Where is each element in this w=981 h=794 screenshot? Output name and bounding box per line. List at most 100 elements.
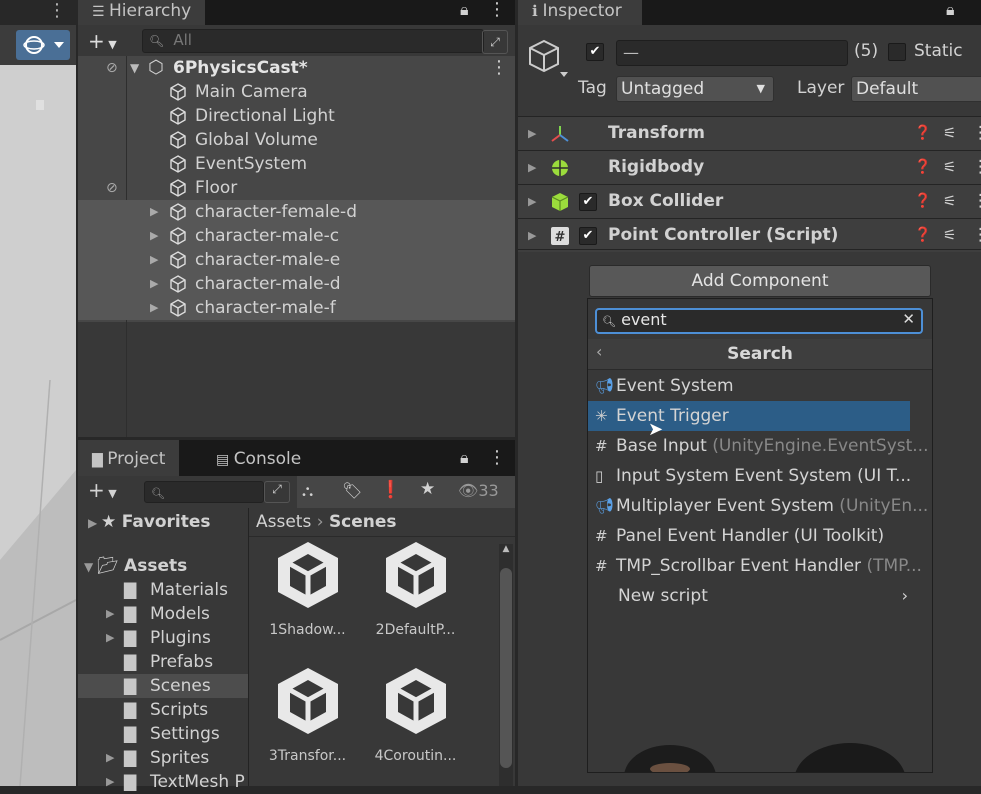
- component-result-item[interactable]: # Base Input (UnityEngine.EventSyst...: [588, 431, 932, 461]
- favorites-item[interactable]: ▶ ★ Favorites: [88, 510, 211, 534]
- foldout-icon[interactable]: ▶: [528, 185, 536, 218]
- component-header[interactable]: ▶ Transform ❓ ⚟ ⋮: [518, 116, 981, 150]
- create-button[interactable]: + ▼: [88, 29, 117, 53]
- tab-inspector[interactable]: ℹ Inspector: [518, 0, 642, 25]
- foldout-icon[interactable]: ▶: [150, 248, 158, 272]
- foldout-icon[interactable]: ▶: [528, 117, 536, 150]
- hierarchy-item-character[interactable]: ▶ character-male-d: [78, 272, 515, 296]
- foldout-icon[interactable]: ▼: [130, 56, 139, 80]
- folder-item[interactable]: ▶ ▇ Plugins: [78, 626, 248, 650]
- hierarchy-item-character[interactable]: ▶ character-male-e: [78, 248, 515, 272]
- clear-icon[interactable]: ✕: [902, 310, 915, 328]
- help-icon[interactable]: ❓: [914, 151, 931, 184]
- component-enabled-checkbox[interactable]: ✔: [579, 193, 597, 211]
- lock-icon[interactable]: 🔒︎: [460, 0, 469, 20]
- foldout-icon[interactable]: ▶: [150, 296, 158, 320]
- component-result-item[interactable]: ▯ Input System Event System (UI T...: [588, 461, 932, 491]
- foldout-icon[interactable]: ▶: [150, 272, 158, 296]
- scene-menu-icon[interactable]: ⋮: [490, 56, 508, 80]
- component-header[interactable]: ▶ ✔ Box Collider ❓ ⚟ ⋮: [518, 184, 981, 218]
- active-checkbox[interactable]: ✔: [586, 43, 604, 61]
- hierarchy-item[interactable]: Global Volume: [78, 128, 515, 152]
- component-result-item[interactable]: 📢︎ Event System: [588, 371, 932, 401]
- new-script-item[interactable]: New script ›: [588, 581, 932, 611]
- project-search-input[interactable]: 🔍︎: [144, 481, 264, 503]
- hierarchy-search-input[interactable]: 🔍︎ All: [142, 29, 484, 53]
- type-filter-icon[interactable]: ⛬: [302, 481, 313, 501]
- folder-item[interactable]: ▇ Scripts: [78, 698, 248, 722]
- scene-asset[interactable]: 4Coroutin...: [368, 666, 463, 764]
- foldout-icon[interactable]: ▶: [106, 602, 114, 626]
- help-icon[interactable]: ❓: [914, 185, 931, 218]
- hierarchy-item[interactable]: EventSystem: [78, 152, 515, 176]
- foldout-icon[interactable]: ▶: [106, 626, 114, 650]
- foldout-icon[interactable]: ▶: [106, 770, 114, 794]
- foldout-icon[interactable]: ▶: [150, 200, 158, 224]
- component-menu-icon[interactable]: ⋮: [972, 219, 981, 252]
- scene-asset[interactable]: 3Transfor...: [260, 666, 355, 764]
- scrollbar-thumb[interactable]: [500, 568, 512, 768]
- search-expand-icon[interactable]: ⤢: [482, 30, 508, 54]
- create-button[interactable]: + ▼: [88, 478, 117, 502]
- foldout-icon[interactable]: ▶: [528, 219, 536, 252]
- warning-icon[interactable]: ❗: [380, 480, 401, 500]
- component-menu-icon[interactable]: ⋮: [972, 151, 981, 184]
- foldout-icon[interactable]: ▶: [528, 151, 536, 184]
- project-menu-icon[interactable]: ⋮: [488, 447, 506, 468]
- help-icon[interactable]: ❓: [914, 219, 931, 252]
- hidden-packages-toggle[interactable]: 👁︎33: [458, 481, 499, 500]
- lock-icon[interactable]: 🔒︎: [460, 448, 469, 468]
- hierarchy-item[interactable]: Directional Light: [78, 104, 515, 128]
- scene-menu-icon[interactable]: ⋮: [48, 0, 66, 21]
- gizmo-toggle-button[interactable]: [16, 30, 70, 60]
- foldout-icon[interactable]: ▶: [106, 746, 114, 770]
- search-expand-icon[interactable]: ⤢: [264, 481, 290, 503]
- scene-row[interactable]: ⊘ ▼ ⬡ 6PhysicsCast* ⋮: [78, 56, 515, 80]
- hierarchy-item[interactable]: Main Camera: [78, 80, 515, 104]
- foldout-icon[interactable]: ▶: [150, 224, 158, 248]
- scene-view[interactable]: ⋮: [0, 0, 76, 786]
- tab-project[interactable]: ▇ Project: [78, 440, 180, 476]
- star-icon[interactable]: ★: [420, 479, 435, 499]
- breadcrumb-scenes[interactable]: Scenes: [329, 512, 397, 532]
- hidden-icon[interactable]: ⊘: [106, 176, 118, 200]
- component-search-input[interactable]: 🔍︎ event ✕: [595, 308, 923, 334]
- preset-icon[interactable]: ⚟: [943, 185, 956, 218]
- lock-icon[interactable]: 🔒︎: [946, 0, 955, 20]
- folder-item[interactable]: ▇ Scenes: [78, 674, 248, 698]
- preset-icon[interactable]: ⚟: [943, 117, 956, 150]
- hierarchy-item-character[interactable]: ▶ character-male-f: [78, 296, 515, 320]
- component-menu-icon[interactable]: ⋮: [972, 185, 981, 218]
- add-component-button[interactable]: Add Component: [589, 265, 931, 297]
- component-result-item[interactable]: # TMP_Scrollbar Event Handler (TMP...: [588, 551, 932, 581]
- folder-item[interactable]: ▇ Materials: [78, 578, 248, 602]
- folder-item[interactable]: ▶ ▇ TextMesh P: [78, 770, 248, 794]
- component-result-item[interactable]: # Panel Event Handler (UI Toolkit): [588, 521, 932, 551]
- tag-dropdown[interactable]: Untagged ▼: [616, 76, 774, 102]
- back-icon[interactable]: ‹: [596, 342, 602, 361]
- assets-item[interactable]: ▼ 📂︎ Assets: [84, 554, 187, 578]
- scene-asset[interactable]: 1Shadow...: [260, 540, 355, 638]
- name-field[interactable]: —: [616, 40, 848, 66]
- tab-console[interactable]: ▤ Console: [216, 440, 301, 476]
- component-enabled-checkbox[interactable]: ✔: [579, 227, 597, 245]
- folder-item[interactable]: ▇ Prefabs: [78, 650, 248, 674]
- hierarchy-item-character[interactable]: ▶ character-male-c: [78, 224, 515, 248]
- hierarchy-item-character[interactable]: ▶ character-female-d: [78, 200, 515, 224]
- component-header[interactable]: ▶ Rigidbody ❓ ⚟ ⋮: [518, 150, 981, 184]
- hierarchy-menu-icon[interactable]: ⋮: [488, 0, 506, 20]
- scrollbar[interactable]: ▲: [499, 544, 513, 786]
- static-checkbox[interactable]: [888, 43, 906, 61]
- label-filter-icon[interactable]: 🏷︎: [342, 481, 362, 500]
- hierarchy-item[interactable]: ⊘ Floor: [78, 176, 515, 200]
- tab-hierarchy[interactable]: ☰ Hierarchy: [78, 0, 206, 25]
- folder-item[interactable]: ▇ Settings: [78, 722, 248, 746]
- scene-asset[interactable]: 2DefaultP...: [368, 540, 463, 638]
- breadcrumb-assets[interactable]: Assets: [256, 512, 311, 532]
- preset-icon[interactable]: ⚟: [943, 219, 956, 252]
- folder-item[interactable]: ▶ ▇ Models: [78, 602, 248, 626]
- component-header[interactable]: ▶ # ✔ Point Controller (Script) ❓ ⚟ ⋮: [518, 218, 981, 252]
- folder-item[interactable]: ▶ ▇ Sprites: [78, 746, 248, 770]
- component-menu-icon[interactable]: ⋮: [972, 117, 981, 150]
- layer-dropdown[interactable]: Default: [851, 76, 981, 102]
